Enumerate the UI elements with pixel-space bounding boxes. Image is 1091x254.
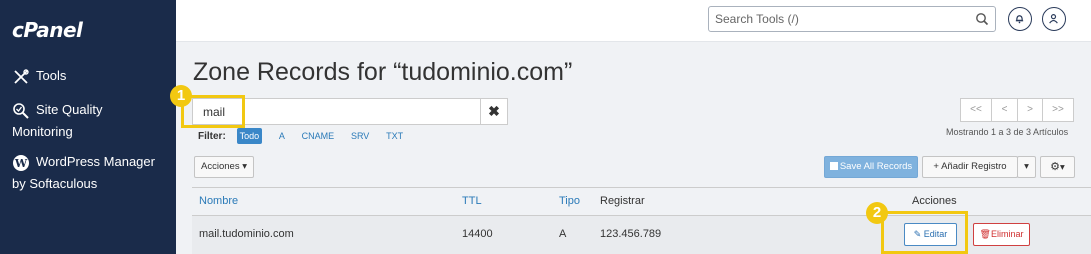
delete-label: Eliminar — [990, 229, 1024, 239]
wordpress-icon: W — [12, 154, 30, 172]
sidebar-item-wordpress-manager[interactable]: W WordPress Manager by Softaculous — [12, 151, 155, 195]
highlight-edit-button — [881, 211, 968, 254]
results-count: Mostrando 1 a 3 de 3 Artículos — [946, 127, 1069, 137]
filter-label: Filter: — [198, 131, 226, 142]
notifications-button[interactable] — [1008, 7, 1032, 31]
tools-icon — [12, 68, 30, 86]
clear-filter-button[interactable]: ✖ — [480, 98, 508, 125]
column-header-registrar: Registrar — [600, 195, 645, 207]
page-title: Zone Records for “tudominio.com” — [193, 58, 573, 86]
record-type: A — [559, 228, 567, 240]
filter-option-txt[interactable]: TXT — [386, 128, 403, 144]
user-icon — [1049, 14, 1058, 24]
sidebar-item-label-line2: Monitoring — [12, 124, 73, 139]
record-value: 123.456.789 — [600, 228, 662, 240]
add-record-caret-button[interactable]: ▾ — [1017, 156, 1036, 178]
site-quality-icon — [12, 102, 30, 120]
column-header-ttl[interactable]: TTL — [462, 195, 482, 207]
bell-icon — [1015, 15, 1024, 24]
pager-last[interactable]: >> — [1042, 98, 1074, 122]
cpanel-logo[interactable]: cPanel — [12, 18, 83, 42]
sidebar: cPanel Tools Site Quality Monitoring W W… — [0, 0, 176, 254]
pager-next[interactable]: > — [1017, 98, 1043, 122]
step-marker-1: 1 — [170, 85, 192, 107]
delete-record-button[interactable]: 🗑Eliminar — [973, 223, 1030, 246]
column-header-acciones: Acciones — [912, 195, 957, 207]
settings-caret: ▾ — [1060, 162, 1065, 173]
search-tools-input[interactable] — [715, 10, 965, 28]
pager-first[interactable]: << — [960, 98, 992, 122]
sidebar-item-label-line1: Site Quality — [36, 102, 103, 117]
filter-option-todo[interactable]: Todo — [236, 128, 263, 144]
top-header — [176, 0, 1091, 42]
save-all-records-button[interactable]: Save All Records — [824, 156, 918, 178]
sidebar-item-label-line2: by Softaculous — [12, 176, 98, 191]
sidebar-item-site-quality-monitoring[interactable]: Site Quality Monitoring — [12, 99, 102, 143]
filter-option-a[interactable]: A — [279, 128, 285, 144]
user-menu-button[interactable] — [1042, 7, 1066, 31]
save-icon — [829, 162, 838, 170]
record-ttl: 14400 — [462, 228, 493, 240]
save-all-records-label: Save All Records — [839, 161, 913, 172]
record-name: mail.tudominio.com — [199, 228, 294, 240]
type-filter-row: Filter: Todo A CNAME SRV TXT — [198, 128, 417, 144]
sidebar-item-label: Tools — [36, 68, 67, 83]
filter-option-cname[interactable]: CNAME — [302, 128, 335, 144]
trash-icon: 🗑 — [979, 229, 991, 239]
sidebar-item-tools[interactable]: Tools — [12, 65, 66, 87]
column-header-tipo[interactable]: Tipo — [559, 195, 580, 207]
actions-dropdown-button[interactable]: Acciones ▾ — [194, 156, 254, 178]
step-marker-2: 2 — [866, 202, 888, 224]
search-tools-box[interactable] — [708, 6, 996, 32]
sidebar-item-label-line1: WordPress Manager — [36, 154, 155, 169]
search-icon[interactable] — [975, 12, 989, 26]
gear-icon: ⚙ — [1050, 161, 1061, 173]
column-header-nombre[interactable]: Nombre — [199, 195, 238, 207]
filter-option-srv[interactable]: SRV — [351, 128, 369, 144]
settings-dropdown-button[interactable]: ⚙▾ — [1040, 156, 1075, 178]
pager-prev[interactable]: < — [991, 98, 1018, 122]
add-record-button[interactable]: + Añadir Registro — [922, 156, 1018, 178]
svg-text:W: W — [14, 157, 28, 170]
